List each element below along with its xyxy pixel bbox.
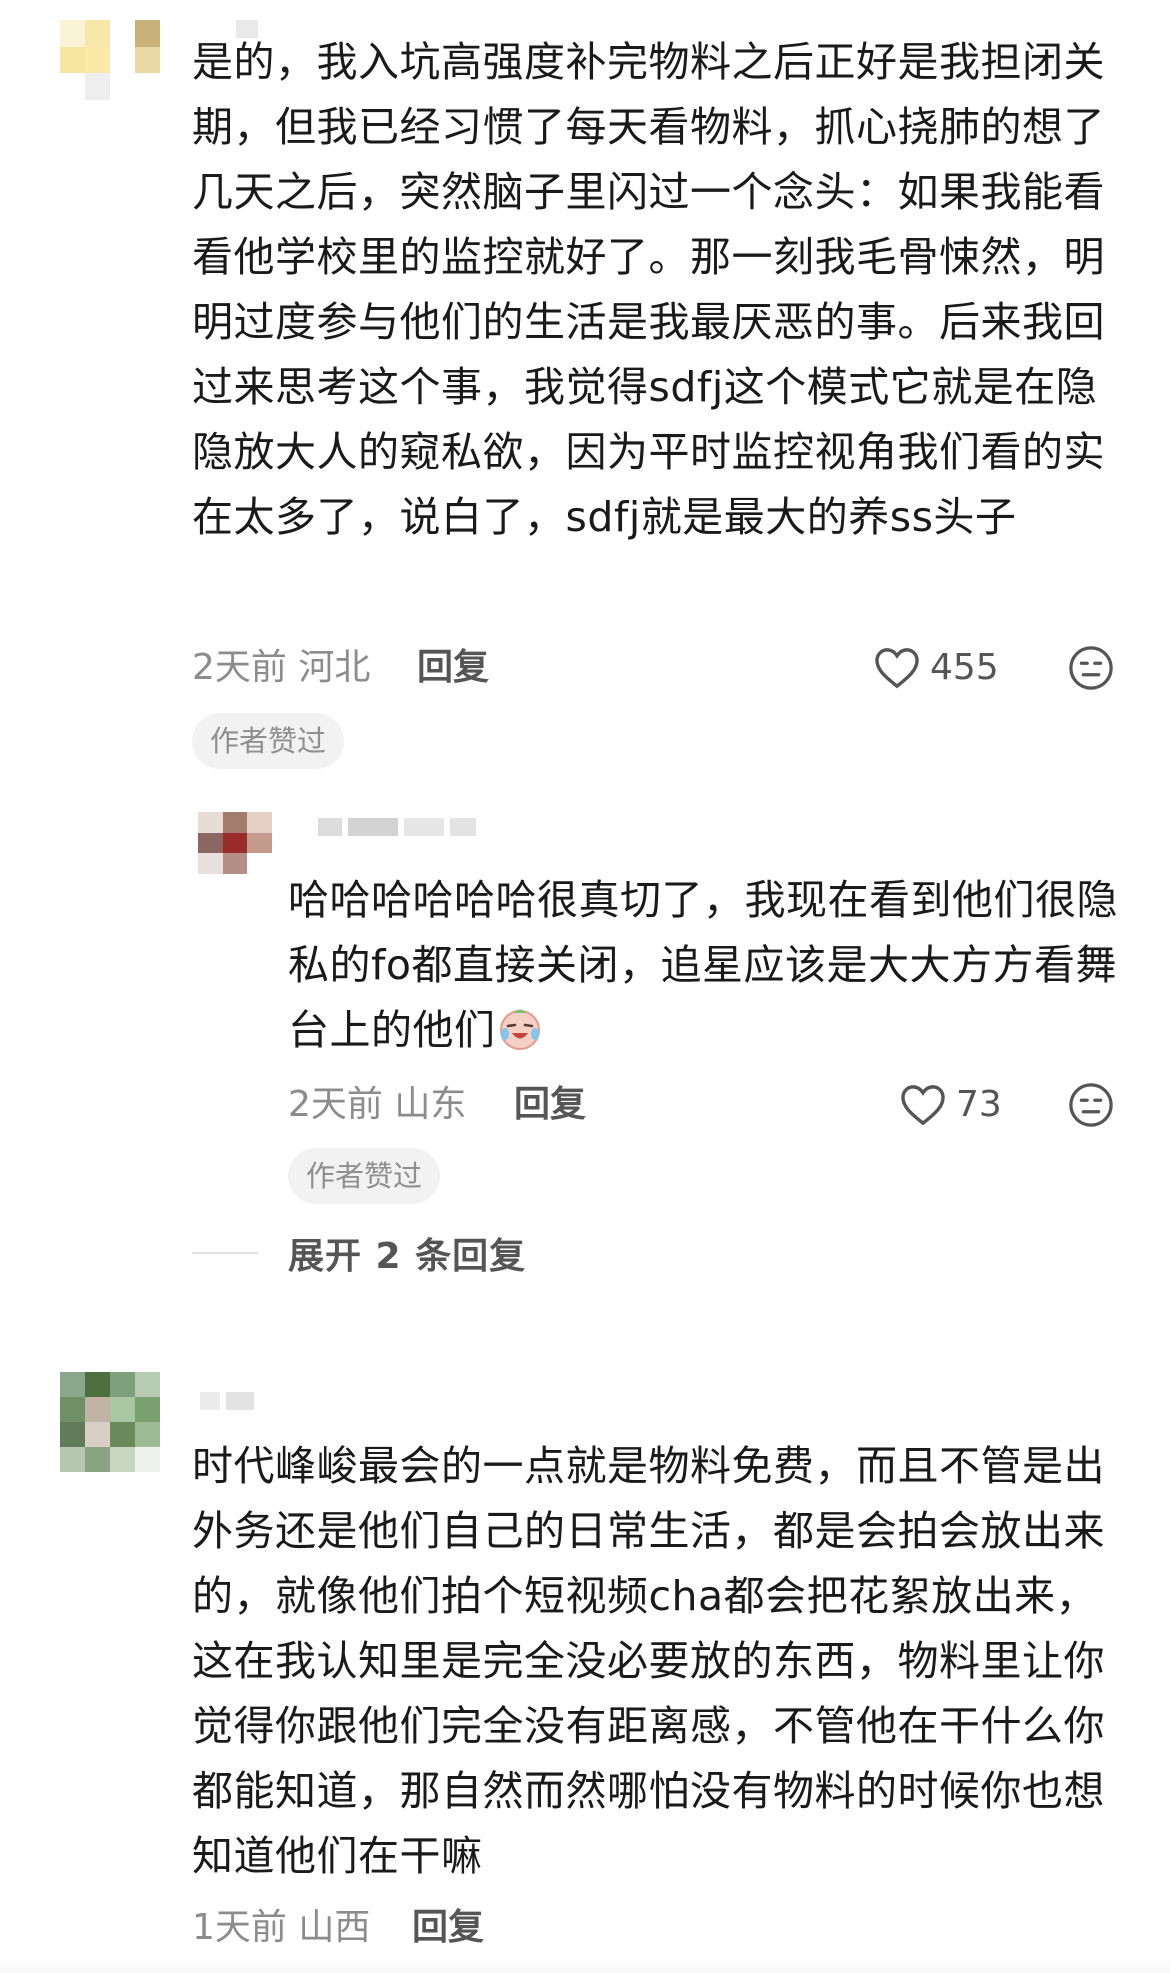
comment-text: 时代峰峻最会的一点就是物料免费，而且不管是出外务还是他们自己的日常生活，都是会拍…	[192, 1442, 1105, 1880]
reply-text-content: 哈哈哈哈哈哈很真切了，我现在看到他们很隐私的fo都直接关闭，追星应该是大大方方看…	[288, 876, 1118, 1054]
reply-button[interactable]: 回复	[514, 1080, 586, 1130]
reply-button[interactable]: 回复	[417, 643, 489, 693]
like-button[interactable]: 73	[900, 1080, 1002, 1130]
avatar[interactable]	[60, 20, 160, 100]
username[interactable]	[318, 818, 476, 842]
divider	[192, 1252, 258, 1254]
reply-button[interactable]: 回复	[412, 1903, 484, 1953]
avatar[interactable]	[198, 812, 272, 874]
dislike-face-icon[interactable]	[1068, 1082, 1114, 1128]
heart-outline-icon	[901, 1085, 945, 1126]
comment-time-location: 1天前 山西	[192, 1907, 371, 1948]
comment-text: 是的，我入坑高强度补完物料之后正好是我担闭关期，但我已经习惯了每天看物料，抓心挠…	[192, 38, 1105, 541]
expand-replies-button[interactable]: 展开 2 条回复	[192, 1228, 526, 1278]
expand-replies-label: 展开 2 条回复	[288, 1236, 527, 1277]
comment-time-location: 2天前 河北	[192, 647, 371, 688]
crying-laughing-face-icon	[499, 1009, 540, 1050]
heart-outline-icon	[875, 648, 919, 689]
author-liked-badge: 作者赞过	[192, 713, 345, 769]
like-count: 73	[956, 1084, 1002, 1125]
username[interactable]	[200, 1392, 254, 1416]
avatar[interactable]	[60, 1372, 160, 1472]
like-count: 455	[930, 647, 999, 688]
reply-meta: 2天前 山东 回复 73	[288, 1080, 1132, 1130]
bottom-edge	[0, 1959, 1170, 1973]
reply-text: 哈哈哈哈哈哈很真切了，我现在看到他们很隐私的fo都直接关闭，追星应该是大大方方看…	[288, 868, 1118, 1063]
like-button[interactable]: 455	[874, 643, 999, 693]
dislike-face-icon[interactable]	[1068, 645, 1114, 691]
author-liked-badge: 作者赞过	[288, 1148, 441, 1204]
reply-time-location: 2天前 山东	[288, 1084, 467, 1125]
comment-meta: 1天前 山西 回复	[192, 1903, 1132, 1953]
comment-meta: 2天前 河北 回复 455	[192, 643, 1132, 693]
